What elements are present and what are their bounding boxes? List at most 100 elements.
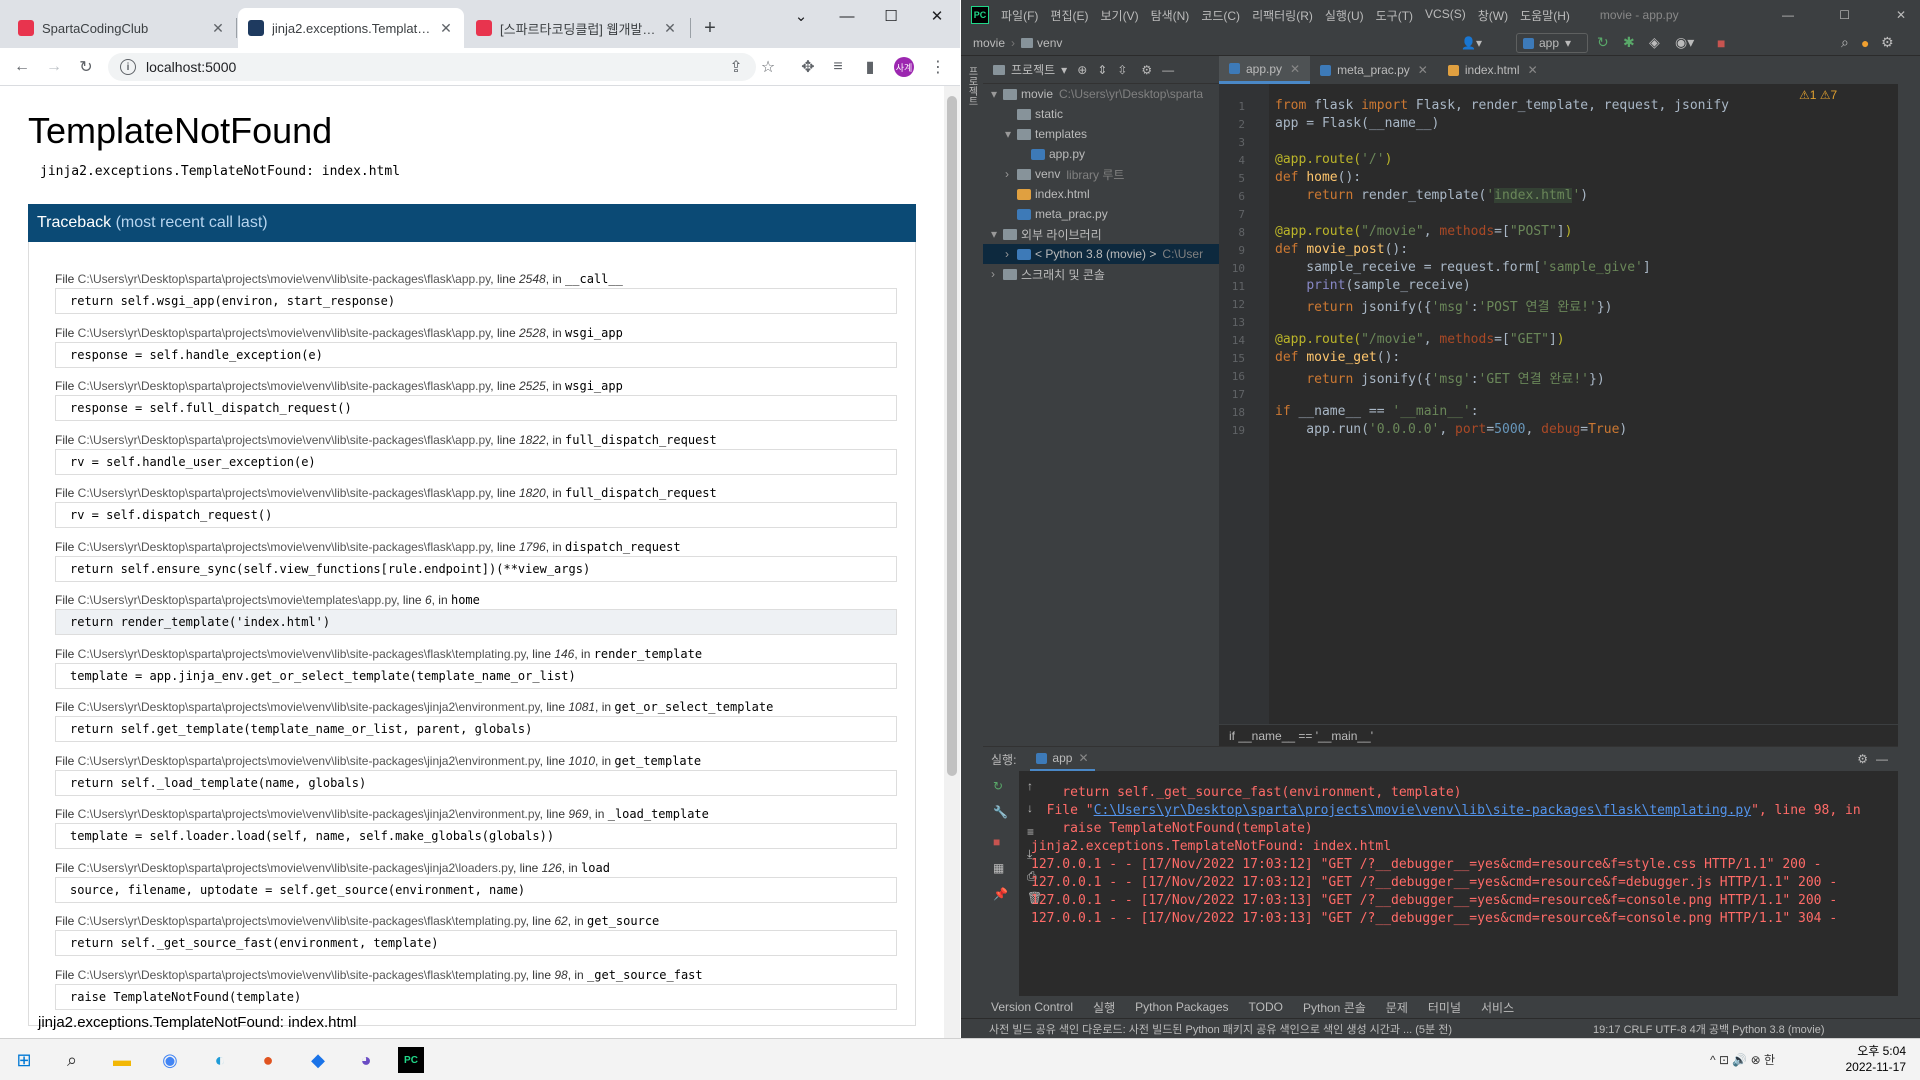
address-bar[interactable]: i localhost:5000 bbox=[108, 53, 756, 81]
console-line[interactable]: 127.0.0.1 - - [17/Nov/2022 17:03:12] "GE… bbox=[1031, 875, 1837, 890]
project-tree-item[interactable]: ▾ 외부 라이브러리 bbox=[983, 224, 1219, 244]
code-line[interactable]: @app.route("/movie", methods=["GET"]) bbox=[1275, 332, 1565, 347]
close-tab-icon[interactable]: ✕ bbox=[438, 20, 454, 37]
panel-settings-icon[interactable]: ⚙ bbox=[1141, 63, 1152, 77]
app-icon[interactable]: ● bbox=[252, 1044, 284, 1076]
frame-code[interactable]: rv = self.dispatch_request() bbox=[55, 502, 897, 528]
code-line[interactable]: def movie_post(): bbox=[1275, 242, 1408, 257]
settings-gear-icon[interactable]: ⚙ bbox=[1881, 34, 1894, 51]
share-icon[interactable]: ⇪ bbox=[722, 53, 750, 81]
layout-icon[interactable]: ▦ bbox=[993, 861, 1004, 875]
hide-panel-icon[interactable]: — bbox=[1162, 63, 1174, 77]
tree-arrow-icon[interactable]: › bbox=[991, 267, 1003, 281]
tree-arrow-icon[interactable]: › bbox=[1005, 247, 1017, 261]
clock[interactable]: 오후 5:04 2022-11-17 bbox=[1846, 1043, 1907, 1075]
code-line[interactable]: app.run('0.0.0.0', port=5000, debug=True… bbox=[1275, 422, 1627, 437]
close-window-button[interactable]: ✕ bbox=[1896, 8, 1906, 22]
menu-item[interactable]: 창(W) bbox=[1478, 7, 1508, 24]
code-editor[interactable]: app.py ✕ meta_prac.py ✕ index.html ✕ 12345678… bbox=[1219, 56, 1898, 746]
code-line[interactable]: if __name__ == '__main__': bbox=[1275, 404, 1479, 419]
reload-icon[interactable]: ↻ bbox=[72, 53, 100, 81]
rerun-icon[interactable]: ↻ bbox=[1597, 34, 1609, 51]
tree-arrow-icon[interactable]: ▾ bbox=[991, 227, 1003, 241]
menu-item[interactable]: VCS(S) bbox=[1425, 7, 1466, 24]
project-tree-item[interactable]: › venv library 루트 bbox=[983, 164, 1219, 184]
tab-search-icon[interactable]: ⌄ bbox=[778, 0, 824, 32]
code-breadcrumb[interactable]: if __name__ == '__main__' bbox=[1219, 724, 1898, 746]
close-tab-icon[interactable]: ✕ bbox=[662, 20, 678, 37]
menu-item[interactable]: 보기(V) bbox=[1100, 7, 1138, 24]
stop-icon[interactable]: ■ bbox=[1717, 35, 1725, 51]
pin-icon[interactable]: 📌 bbox=[993, 887, 1008, 901]
search-icon[interactable]: ⌕ bbox=[1841, 34, 1849, 51]
console-line[interactable]: 127.0.0.1 - - [17/Nov/2022 17:03:13] "GE… bbox=[1031, 911, 1837, 926]
minimize-button[interactable]: — bbox=[1782, 8, 1794, 22]
app-icon-2[interactable]: ◆ bbox=[302, 1044, 334, 1076]
project-tree-item[interactable]: index.html bbox=[983, 184, 1219, 204]
frame-code[interactable]: return self.get_template(template_name_o… bbox=[55, 716, 897, 742]
code-line[interactable]: return jsonify({'msg':'POST 연결 완료!'}) bbox=[1275, 296, 1612, 315]
frame-code[interactable]: return render_template('index.html') bbox=[55, 609, 897, 635]
menu-item[interactable]: 탐색(N) bbox=[1151, 7, 1190, 24]
forward-arrow-icon[interactable]: → bbox=[40, 53, 68, 81]
editor-tab[interactable]: index.html ✕ bbox=[1438, 56, 1548, 84]
project-tree-item[interactable]: › 스크래치 및 콘솔 bbox=[983, 264, 1219, 284]
editor-tab[interactable]: meta_prac.py ✕ bbox=[1310, 56, 1438, 84]
code-line[interactable]: print(sample_receive) bbox=[1275, 278, 1470, 293]
breadcrumb-venv[interactable]: venv bbox=[1037, 36, 1062, 50]
console-file-link[interactable]: C:\Users\yr\Desktop\sparta\projects\movi… bbox=[1094, 803, 1751, 818]
project-tree-item[interactable]: app.py bbox=[983, 144, 1219, 164]
extensions-puzzle-icon[interactable]: ✥ bbox=[794, 53, 822, 81]
browser-tab-1[interactable]: SpartaCodingClub ✕ bbox=[8, 8, 236, 48]
update-icon[interactable]: ● bbox=[1861, 35, 1869, 51]
project-tree-item[interactable]: ▾ templates bbox=[983, 124, 1219, 144]
rerun-icon[interactable]: ↻ bbox=[993, 779, 1003, 793]
tool-window-tab[interactable]: Python Packages bbox=[1135, 1000, 1228, 1014]
side-panel-icon[interactable]: ▮ bbox=[856, 53, 884, 81]
file-explorer-icon[interactable]: ▬ bbox=[106, 1044, 138, 1076]
frame-code[interactable]: template = self.loader.load(self, name, … bbox=[55, 823, 897, 849]
code-line[interactable]: def movie_get(): bbox=[1275, 350, 1400, 365]
menu-item[interactable]: 실행(U) bbox=[1325, 7, 1364, 24]
code-line[interactable]: sample_receive = request.form['sample_gi… bbox=[1275, 260, 1650, 275]
run-settings-icon[interactable]: ⚙ bbox=[1857, 752, 1868, 766]
run-config-select[interactable]: app ▾ bbox=[1516, 33, 1588, 53]
menu-item[interactable]: 도움말(H) bbox=[1520, 7, 1570, 24]
browser-tab-2-active[interactable]: jinja2.exceptions.TemplateNotFound ✕ bbox=[238, 8, 464, 48]
media-queue-icon[interactable]: ≡ bbox=[824, 53, 852, 81]
profile-icon[interactable]: ◉▾ bbox=[1675, 34, 1694, 51]
console-line[interactable]: 127.0.0.1 - - [17/Nov/2022 17:03:12] "GE… bbox=[1031, 857, 1822, 872]
frame-code[interactable]: template = app.jinja_env.get_or_select_t… bbox=[55, 662, 897, 689]
tool-window-tab[interactable]: 문제 bbox=[1386, 999, 1408, 1016]
project-panel-title[interactable]: 프로젝트 bbox=[1011, 61, 1055, 78]
close-window-button[interactable]: ✕ bbox=[914, 0, 960, 32]
frame-code[interactable]: response = self.handle_exception(e) bbox=[55, 341, 897, 368]
profile-avatar[interactable]: 사계 bbox=[894, 57, 914, 77]
edge-icon[interactable]: ◐ bbox=[204, 1044, 236, 1076]
tree-arrow-icon[interactable]: ▾ bbox=[1005, 127, 1017, 141]
close-tab-icon[interactable]: ✕ bbox=[1418, 63, 1428, 77]
code-line[interactable]: return render_template('index.html') bbox=[1275, 188, 1588, 203]
frame-code[interactable]: raise TemplateNotFound(template) bbox=[55, 983, 897, 1010]
minimize-button[interactable]: — bbox=[824, 0, 870, 32]
close-tab-icon[interactable]: ✕ bbox=[1290, 62, 1300, 76]
code-line[interactable]: @app.route('/') bbox=[1275, 152, 1392, 167]
inspection-widget[interactable]: ⚠1 ⚠7 bbox=[1799, 88, 1837, 102]
tool-window-tab[interactable]: 실행 bbox=[1093, 999, 1115, 1016]
collapse-all-icon[interactable]: ⇳ bbox=[1117, 63, 1127, 77]
windows-start-icon[interactable]: ⊞ bbox=[8, 1044, 40, 1076]
console-line[interactable]: return self._get_source_fast(environment… bbox=[1031, 785, 1461, 800]
system-tray[interactable]: ^ ⊡ 🔊 ⊗ 한 bbox=[1710, 1051, 1775, 1068]
frame-code[interactable]: return self.ensure_sync(self.view_functi… bbox=[55, 555, 897, 582]
menu-item[interactable]: 파일(F) bbox=[1001, 7, 1038, 24]
browser-tab-3[interactable]: [스파르타코딩클럽] 웹개발 종합반 ✕ bbox=[466, 8, 688, 48]
code-line[interactable]: app = Flask(__name__) bbox=[1275, 116, 1439, 131]
breadcrumb-movie[interactable]: movie bbox=[973, 36, 1005, 50]
close-tab-icon[interactable]: ✕ bbox=[1528, 63, 1538, 77]
bookmark-star-icon[interactable]: ☆ bbox=[754, 53, 782, 81]
menu-item[interactable]: 도구(T) bbox=[1376, 7, 1413, 24]
tree-arrow-icon[interactable]: ▾ bbox=[991, 87, 1003, 101]
new-tab-button[interactable]: + bbox=[696, 14, 724, 42]
coverage-icon[interactable]: ◈ bbox=[1649, 34, 1660, 51]
project-tree-item[interactable]: ▾ movie C:\Users\yr\Desktop\sparta bbox=[983, 84, 1219, 104]
